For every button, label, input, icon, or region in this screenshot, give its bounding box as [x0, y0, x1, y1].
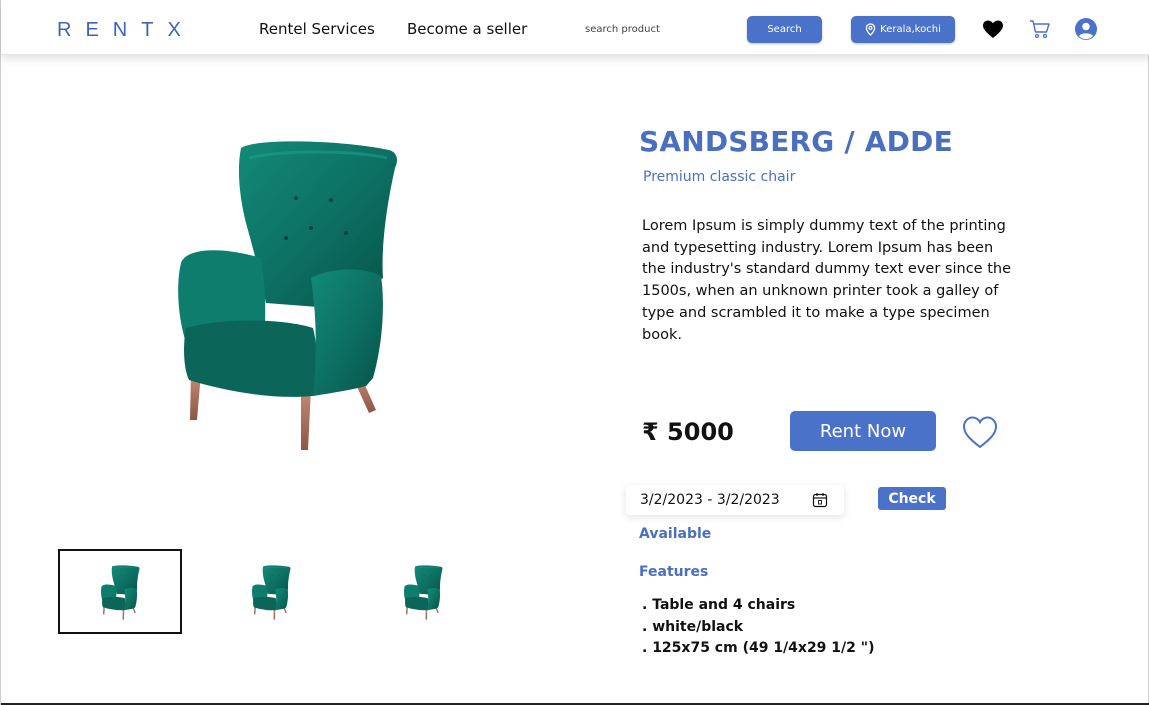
location-button[interactable]: Kerala,kochi: [851, 16, 955, 43]
product-thumbnail-3[interactable]: [361, 549, 485, 634]
search-input[interactable]: [585, 19, 735, 39]
cart-icon[interactable]: [1028, 17, 1052, 41]
feature-item: . Table and 4 chairs: [642, 597, 796, 613]
nav-become-seller[interactable]: Become a seller: [407, 20, 527, 38]
availability-status: Available: [639, 526, 712, 542]
wishlist-heart-icon[interactable]: [961, 414, 999, 450]
product-main-image: [161, 128, 411, 458]
features-heading: Features: [639, 564, 709, 580]
check-availability-button[interactable]: Check: [878, 487, 946, 510]
product-description: Lorem Ipsum is simply dummy text of the …: [642, 218, 1011, 343]
chair-thumbnail-image: [401, 562, 445, 622]
search-button[interactable]: Search: [747, 16, 822, 43]
product-title: SANDSBERG / ADDE: [639, 125, 953, 158]
top-navbar: RENTX Rentel Services Become a seller Se…: [1, 0, 1149, 55]
rent-now-button[interactable]: Rent Now: [790, 411, 936, 451]
product-thumbnail-1[interactable]: [58, 549, 182, 634]
date-range-value: 3/2/2023 - 3/2/2023: [640, 492, 780, 508]
features-list: . Table and 4 chairs . white/black . 125…: [642, 595, 874, 660]
heart-icon[interactable]: [981, 17, 1005, 41]
product-subtitle: Premium classic chair: [643, 169, 796, 185]
nav-rental-services[interactable]: Rentel Services: [259, 20, 375, 38]
feature-item: . 125x75 cm (49 1/4x29 1/2 "): [642, 640, 875, 656]
chair-thumbnail-image: [249, 562, 293, 622]
user-icon[interactable]: [1074, 17, 1098, 41]
date-range-picker[interactable]: 3/2/2023 - 3/2/2023: [626, 485, 844, 515]
product-price: ₹ 5000: [642, 418, 734, 446]
feature-item: . white/black: [642, 618, 744, 635]
product-thumbnail-2[interactable]: [209, 549, 333, 634]
location-label: Kerala,kochi: [880, 24, 941, 35]
chair-thumbnail-image: [98, 562, 142, 622]
calendar-icon[interactable]: [812, 492, 828, 508]
brand-logo[interactable]: RENTX: [57, 19, 195, 42]
location-pin-icon: [865, 23, 876, 36]
